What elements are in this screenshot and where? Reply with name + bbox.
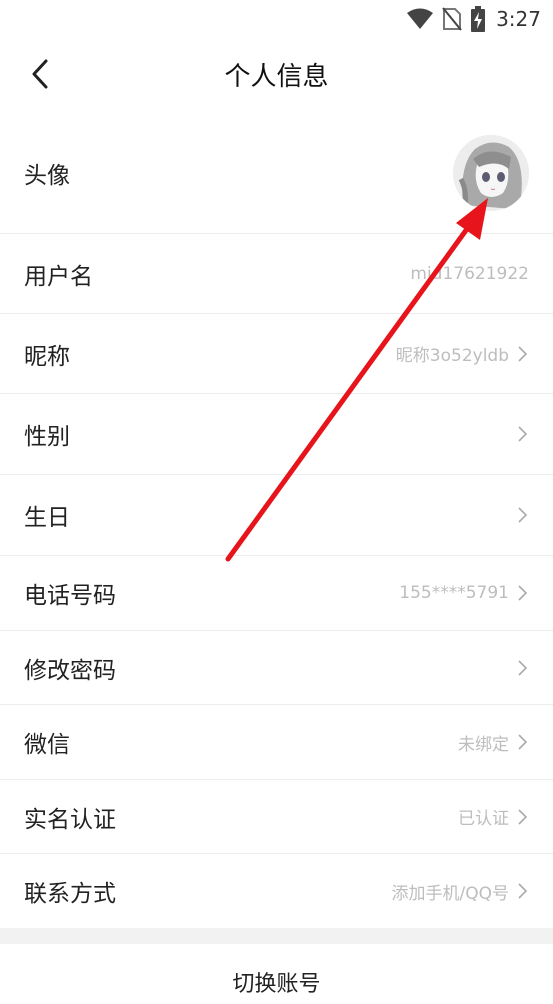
row-wechat[interactable]: 微信 未绑定 [0, 705, 553, 780]
row-label-phone: 电话号码 [24, 583, 116, 609]
chevron-right-icon [518, 507, 527, 523]
username-value: mid17621922 [410, 263, 529, 284]
switch-account-button[interactable]: 切换账号 [0, 944, 553, 1004]
phone-value: 155****5791 [399, 583, 509, 603]
row-label-username: 用户名 [24, 263, 93, 290]
row-label-change-password: 修改密码 [24, 657, 116, 684]
row-username[interactable]: 用户名 mid17621922 [0, 234, 553, 314]
row-birthday[interactable]: 生日 [0, 475, 553, 556]
section-divider [0, 928, 553, 944]
row-phone[interactable]: 电话号码 155****5791 [0, 556, 553, 631]
avatar[interactable] [453, 134, 529, 211]
battery-charging-icon [471, 6, 486, 32]
wechat-value: 未绑定 [458, 734, 509, 755]
nickname-value: 昵称3o52yldb [395, 346, 509, 366]
row-avatar[interactable]: 头像 [0, 112, 553, 234]
row-label-gender: 性别 [24, 424, 70, 450]
chevron-right-icon [518, 345, 527, 362]
row-label-real-name: 实名认证 [24, 806, 116, 833]
row-label-wechat: 微信 [24, 732, 70, 758]
chevron-right-icon [518, 585, 527, 601]
no-sim-icon [442, 7, 462, 31]
chevron-right-icon [518, 426, 527, 442]
status-time: 3:27 [496, 7, 541, 31]
status-bar: 3:27 [0, 0, 553, 40]
contact-value: 添加手机/QQ号 [391, 883, 510, 904]
row-label-nickname: 昵称 [24, 343, 70, 370]
row-label-contact: 联系方式 [24, 881, 116, 907]
verification-value: 已认证 [458, 809, 509, 829]
chevron-right-icon [518, 659, 527, 676]
row-nickname[interactable]: 昵称 昵称3o52yldb [0, 314, 553, 394]
chevron-right-icon [518, 734, 527, 750]
chevron-right-icon [518, 883, 527, 899]
chevron-right-icon [518, 808, 527, 825]
row-real-name-verification[interactable]: 实名认证 已认证 [0, 780, 553, 854]
row-label-birthday: 生日 [24, 505, 70, 531]
row-change-password[interactable]: 修改密码 [0, 631, 553, 705]
row-label-avatar: 头像 [24, 162, 70, 189]
row-gender[interactable]: 性别 [0, 394, 553, 475]
wifi-icon [407, 8, 434, 29]
row-contact[interactable]: 联系方式 添加手机/QQ号 [0, 854, 553, 928]
anime-avatar-image [453, 134, 529, 211]
page-title: 个人信息 [224, 62, 329, 92]
profile-info-list: 头像 用户名 mid17621922 昵称 昵称3o52yldb 性别 生日 电… [0, 112, 553, 928]
nav-bar: 个人信息 [0, 40, 553, 110]
